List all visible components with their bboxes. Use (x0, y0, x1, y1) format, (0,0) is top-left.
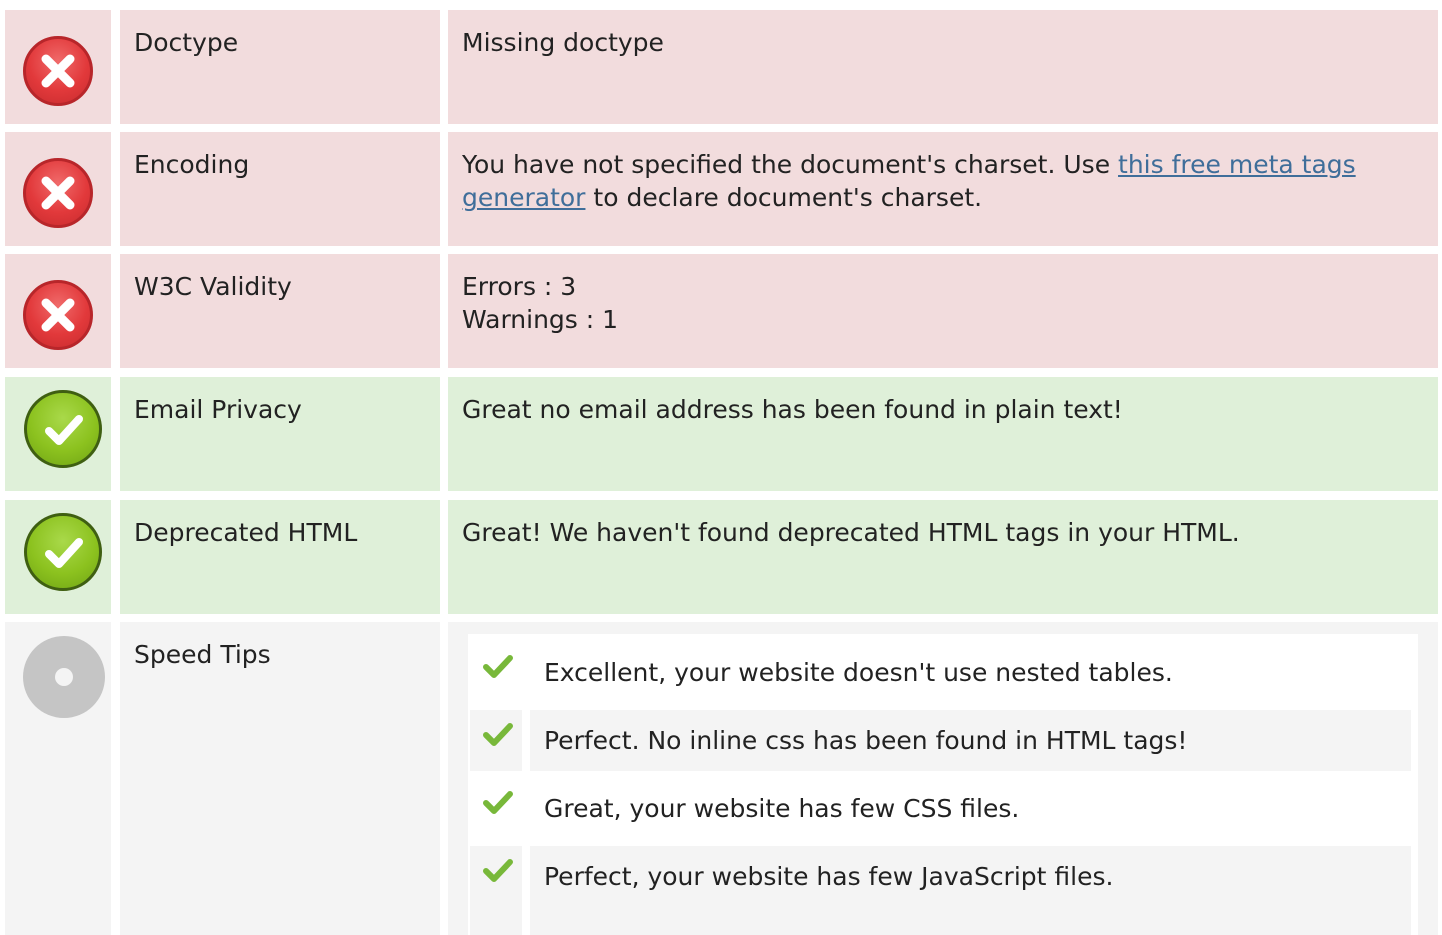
audit-name: Doctype (120, 10, 440, 124)
status-cell (5, 254, 111, 368)
speed-tip-text: Perfect, your website has few JavaScript… (530, 846, 1411, 935)
check-icon (470, 846, 522, 935)
audit-description: You have not specified the document's ch… (448, 132, 1438, 246)
speed-tip-text: Excellent, your website doesn't use nest… (544, 658, 1173, 687)
audit-description: Errors : 3 Warnings : 1 (448, 254, 1438, 368)
status-cell (5, 132, 111, 246)
errors-count: Errors : 3 (462, 272, 577, 301)
description-text: to declare document's charset. (585, 183, 983, 212)
checkmark-circle-icon (24, 390, 102, 468)
audit-name: Encoding (120, 132, 440, 246)
error-x-icon (23, 280, 93, 350)
description-line: Great! We haven't found deprecated HTML … (462, 518, 1240, 547)
audit-description: Great! We haven't found deprecated HTML … (448, 500, 1438, 614)
speed-tips-list: Excellent, your website doesn't use nest… (468, 634, 1418, 935)
check-icon (470, 778, 522, 839)
audit-description: Missing doctype (448, 10, 1438, 124)
neutral-dot-icon (23, 636, 105, 718)
status-cell (5, 500, 111, 614)
error-x-icon (23, 36, 93, 106)
audit-row-speed-tips: Speed Tips Excellent, your website doesn… (0, 622, 1442, 935)
audit-name: Deprecated HTML (120, 500, 440, 614)
status-cell (5, 622, 111, 935)
speed-tip-item: Great, your website has few CSS files. (468, 778, 1418, 839)
audit-row-encoding: Encoding You have not specified the docu… (0, 132, 1442, 246)
audit-row-doctype: Doctype Missing doctype (0, 10, 1442, 124)
status-cell (5, 10, 111, 124)
audit-description: Great no email address has been found in… (448, 377, 1438, 491)
audit-description: Excellent, your website doesn't use nest… (448, 622, 1438, 935)
audit-name: W3C Validity (120, 254, 440, 368)
audit-row-w3c-validity: W3C Validity Errors : 3 Warnings : 1 (0, 254, 1442, 368)
description-text: You have not specified the document's ch… (462, 150, 1119, 179)
description-line: Missing doctype (462, 28, 664, 57)
description-line: Great no email address has been found in… (462, 395, 1123, 424)
check-icon (470, 642, 522, 703)
audit-row-deprecated-html: Deprecated HTML Great! We haven't found … (0, 500, 1442, 614)
status-cell (5, 377, 111, 491)
speed-tip-item: Excellent, your website doesn't use nest… (468, 642, 1418, 703)
warnings-count: Warnings : 1 (462, 305, 619, 334)
speed-tip-text: Great, your website has few CSS files. (544, 794, 1020, 823)
speed-tip-item: Perfect, your website has few JavaScript… (468, 846, 1418, 935)
speed-tip-text: Perfect. No inline css has been found in… (530, 710, 1411, 771)
error-x-icon (23, 158, 93, 228)
audit-row-email-privacy: Email Privacy Great no email address has… (0, 377, 1442, 491)
audit-name: Email Privacy (120, 377, 440, 491)
speed-tip-item: Perfect. No inline css has been found in… (468, 710, 1418, 771)
check-icon (470, 710, 522, 771)
checkmark-circle-icon (24, 513, 102, 591)
audit-name: Speed Tips (120, 622, 440, 935)
